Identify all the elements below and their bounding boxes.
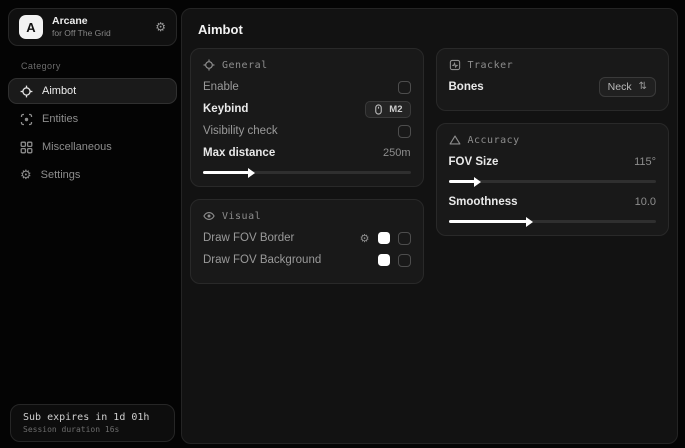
logo-text: Arcane for Off The Grid bbox=[52, 15, 146, 39]
slider-thumb[interactable] bbox=[526, 217, 533, 227]
bones-row: Bones Neck ⇅ bbox=[449, 76, 657, 98]
tracker-card-header: Tracker bbox=[449, 59, 657, 71]
crosshair-icon bbox=[20, 85, 33, 98]
enable-row: Enable bbox=[203, 76, 411, 98]
eye-icon bbox=[203, 210, 215, 222]
draw-fov-border-row: Draw FOV Border ⚙ bbox=[203, 227, 411, 249]
sidebar-item-label: Miscellaneous bbox=[42, 141, 112, 153]
draw-fov-background-label: Draw FOV Background bbox=[203, 254, 321, 266]
bones-select[interactable]: Neck ⇅ bbox=[599, 77, 656, 97]
slider-fill bbox=[203, 171, 249, 174]
fov-size-row: FOV Size 115° bbox=[449, 151, 657, 173]
app-logo: A bbox=[19, 15, 43, 39]
keybind-row: Keybind M2 bbox=[203, 98, 411, 120]
visibility-check-checkbox[interactable] bbox=[398, 125, 411, 138]
gear-icon[interactable]: ⚙ bbox=[360, 233, 370, 244]
general-card: General Enable Keybind M2 bbox=[190, 48, 424, 187]
draw-fov-border-label: Draw FOV Border bbox=[203, 232, 294, 244]
sidebar-item-aimbot[interactable]: Aimbot bbox=[8, 78, 177, 104]
smoothness-value: 10.0 bbox=[635, 196, 656, 208]
content-area: General Enable Keybind M2 bbox=[182, 46, 677, 286]
gear-icon: ⚙ bbox=[20, 169, 32, 182]
draw-fov-border-controls: ⚙ bbox=[360, 232, 411, 245]
card-title: Visual bbox=[222, 211, 261, 222]
enable-checkbox[interactable] bbox=[398, 81, 411, 94]
general-card-header: General bbox=[203, 59, 411, 71]
fov-border-color-swatch[interactable] bbox=[378, 232, 390, 244]
fov-size-value: 115° bbox=[634, 156, 656, 168]
sidebar-item-entities[interactable]: Entities bbox=[8, 106, 177, 132]
left-column: General Enable Keybind M2 bbox=[190, 48, 424, 284]
triangle-icon bbox=[449, 134, 461, 146]
draw-fov-background-checkbox[interactable] bbox=[398, 254, 411, 267]
session-duration-text: Session duration 16s bbox=[23, 425, 162, 434]
keybind-value: M2 bbox=[389, 104, 402, 115]
max-distance-row: Max distance 250m bbox=[203, 142, 411, 164]
mouse-icon bbox=[373, 104, 384, 115]
smoothness-label: Smoothness bbox=[449, 196, 518, 208]
main-panel: Aimbot General Enable bbox=[181, 8, 678, 444]
accuracy-card-header: Accuracy bbox=[449, 134, 657, 146]
app-window: A Arcane for Off The Grid ⚙ Category Aim… bbox=[0, 0, 685, 448]
scan-icon bbox=[20, 113, 33, 126]
max-distance-slider[interactable] bbox=[203, 171, 411, 174]
sidebar-item-label: Entities bbox=[42, 113, 78, 125]
page-title: Aimbot bbox=[182, 9, 677, 46]
card-title: Tracker bbox=[468, 60, 514, 71]
smoothness-row: Smoothness 10.0 bbox=[449, 191, 657, 213]
category-label: Category bbox=[21, 61, 177, 71]
tracker-card: Tracker Bones Neck ⇅ bbox=[436, 48, 670, 111]
sidebar-item-miscellaneous[interactable]: Miscellaneous bbox=[8, 134, 177, 160]
card-title: Accuracy bbox=[468, 135, 520, 146]
card-title: General bbox=[222, 60, 268, 71]
draw-fov-border-checkbox[interactable] bbox=[398, 232, 411, 245]
smoothness-slider[interactable] bbox=[449, 220, 657, 223]
enable-label: Enable bbox=[203, 81, 239, 93]
sidebar-item-label: Settings bbox=[41, 169, 81, 181]
draw-fov-background-controls bbox=[378, 254, 411, 267]
tracker-icon bbox=[449, 59, 461, 71]
visibility-check-row: Visibility check bbox=[203, 120, 411, 142]
keybind-badge[interactable]: M2 bbox=[365, 101, 410, 118]
app-subtitle: for Off The Grid bbox=[52, 28, 146, 39]
sidebar: A Arcane for Off The Grid ⚙ Category Aim… bbox=[8, 8, 177, 444]
sidebar-item-settings[interactable]: ⚙ Settings bbox=[8, 162, 177, 188]
slider-thumb[interactable] bbox=[474, 177, 481, 187]
visual-card-header: Visual bbox=[203, 210, 411, 222]
visibility-check-label: Visibility check bbox=[203, 125, 278, 137]
bones-label: Bones bbox=[449, 81, 484, 93]
slider-thumb[interactable] bbox=[248, 168, 255, 178]
sidebar-item-label: Aimbot bbox=[42, 85, 76, 97]
keybind-label: Keybind bbox=[203, 103, 248, 115]
fov-size-label: FOV Size bbox=[449, 156, 499, 168]
grid-icon bbox=[20, 141, 33, 154]
subscription-footer: Sub expires in 1d 01h Session duration 1… bbox=[10, 404, 175, 442]
fov-size-slider[interactable] bbox=[449, 180, 657, 183]
visual-card: Visual Draw FOV Border ⚙ Draw FOV Backgr… bbox=[190, 199, 424, 284]
crosshair-icon bbox=[203, 59, 215, 71]
draw-fov-background-row: Draw FOV Background bbox=[203, 249, 411, 271]
max-distance-label: Max distance bbox=[203, 147, 275, 159]
bones-value: Neck bbox=[608, 81, 632, 93]
fov-background-color-swatch[interactable] bbox=[378, 254, 390, 266]
sub-expires-text: Sub expires in 1d 01h bbox=[23, 412, 162, 423]
unfold-icon: ⇅ bbox=[639, 82, 647, 92]
app-name: Arcane bbox=[52, 15, 146, 28]
slider-fill bbox=[449, 220, 528, 223]
logo-card: A Arcane for Off The Grid ⚙ bbox=[8, 8, 177, 46]
accuracy-card: Accuracy FOV Size 115° Smoothness 10.0 bbox=[436, 123, 670, 236]
slider-fill bbox=[449, 180, 476, 183]
settings-gear-icon[interactable]: ⚙ bbox=[155, 21, 166, 33]
right-column: Tracker Bones Neck ⇅ bbox=[436, 48, 670, 236]
max-distance-value: 250m bbox=[383, 147, 411, 159]
